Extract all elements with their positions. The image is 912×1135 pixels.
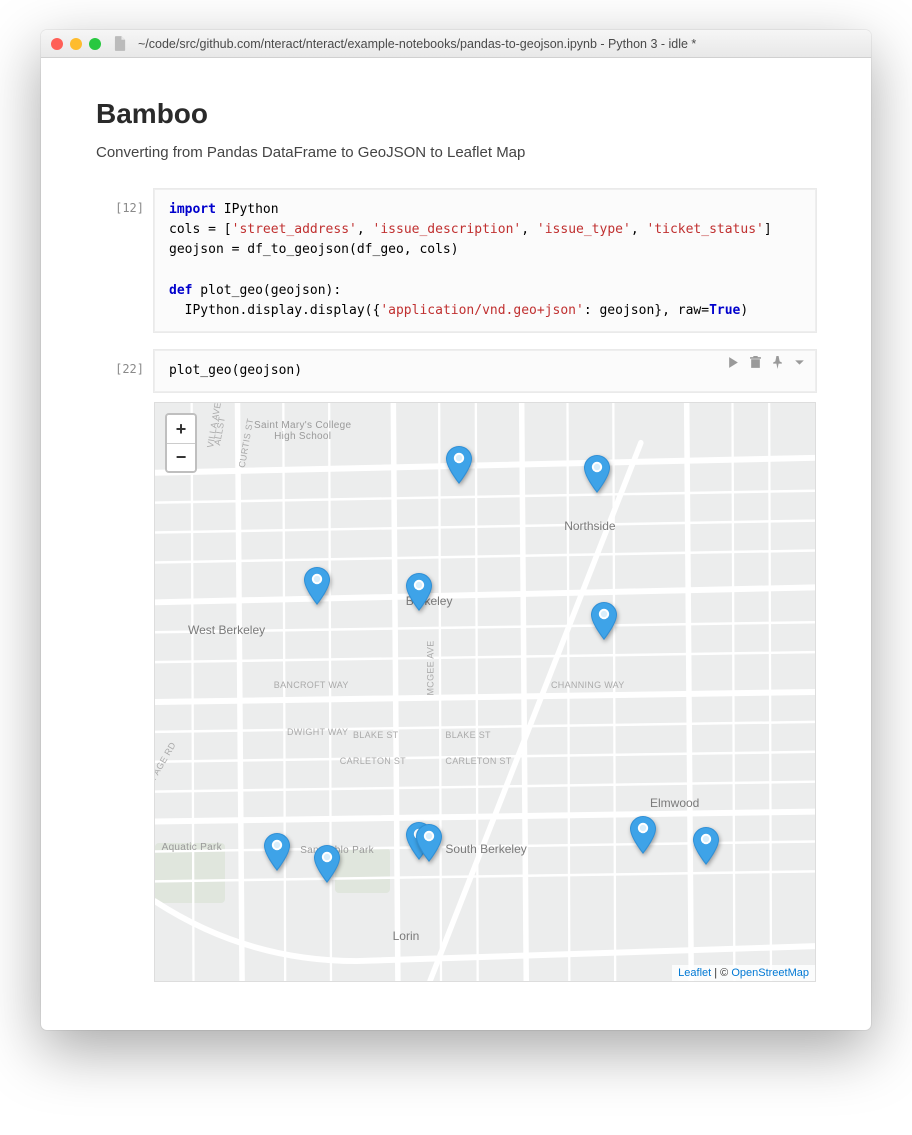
- notebook-content: Bamboo Converting from Pandas DataFrame …: [41, 58, 871, 1030]
- map-roads: [155, 403, 815, 981]
- maximize-window-button[interactable]: [89, 38, 101, 50]
- map-marker[interactable]: [304, 567, 330, 605]
- close-window-button[interactable]: [51, 38, 63, 50]
- map-marker[interactable]: [630, 816, 656, 854]
- map-marker[interactable]: [406, 573, 432, 611]
- app-window: ~/code/src/github.com/nteract/nteract/ex…: [41, 30, 871, 1030]
- execution-count: [12]: [96, 189, 144, 332]
- window-controls: [51, 38, 101, 50]
- map-marker[interactable]: [693, 827, 719, 865]
- document-icon: [114, 36, 127, 51]
- zoom-control: + −: [165, 413, 197, 473]
- delete-cell-icon[interactable]: [748, 356, 762, 370]
- window-title: ~/code/src/github.com/nteract/nteract/ex…: [138, 37, 696, 51]
- code-editor[interactable]: import IPython cols = ['street_address',…: [154, 189, 816, 332]
- output-area: + − Berkeley West Berkeley South Berkele…: [154, 402, 816, 982]
- map-marker[interactable]: [416, 824, 442, 862]
- execution-count: [22]: [96, 350, 144, 392]
- markdown-cell: Bamboo Converting from Pandas DataFrame …: [96, 98, 816, 161]
- pin-cell-icon[interactable]: [770, 356, 784, 370]
- leaflet-link[interactable]: Leaflet: [678, 967, 711, 979]
- run-cell-icon[interactable]: [726, 356, 740, 370]
- minimize-window-button[interactable]: [70, 38, 82, 50]
- leaflet-map[interactable]: + − Berkeley West Berkeley South Berkele…: [154, 402, 816, 982]
- zoom-in-button[interactable]: +: [167, 415, 195, 443]
- map-attribution: Leaflet | © OpenStreetMap: [672, 965, 815, 981]
- map-marker[interactable]: [264, 833, 290, 871]
- zoom-out-button[interactable]: −: [167, 443, 195, 471]
- titlebar[interactable]: ~/code/src/github.com/nteract/nteract/ex…: [41, 30, 871, 58]
- map-marker[interactable]: [314, 845, 340, 883]
- osm-link[interactable]: OpenStreetMap: [731, 967, 809, 979]
- code-cell-1: [12] import IPython cols = ['street_addr…: [96, 189, 816, 332]
- code-cell-2: [22] plot_geo(geojson): [96, 350, 816, 982]
- map-marker[interactable]: [584, 455, 610, 493]
- map-marker[interactable]: [591, 602, 617, 640]
- cell-toolbar: [726, 356, 806, 370]
- code-editor[interactable]: plot_geo(geojson): [154, 350, 816, 392]
- notebook-subtitle: Converting from Pandas DataFrame to GeoJ…: [96, 144, 816, 161]
- chevron-down-icon[interactable]: [792, 356, 806, 370]
- notebook-heading: Bamboo: [96, 98, 816, 130]
- map-marker[interactable]: [446, 446, 472, 484]
